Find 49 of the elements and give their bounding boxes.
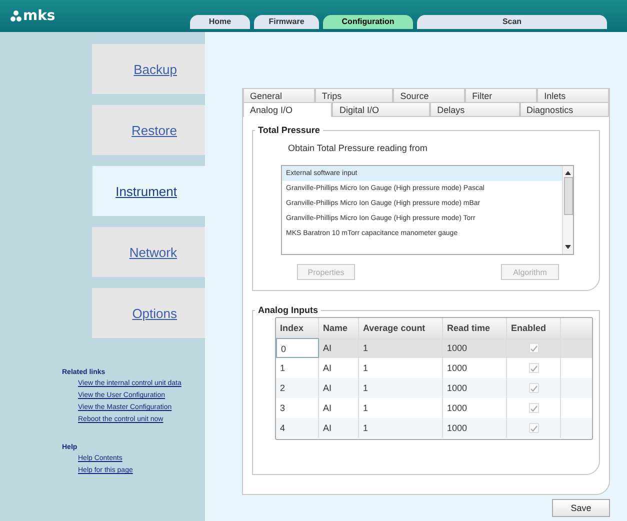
table-cell: 1 (359, 338, 443, 358)
table-row[interactable]: 2 AI 1 1000 (276, 378, 592, 398)
table-cell: AI (319, 378, 359, 398)
checkbox[interactable] (528, 383, 538, 393)
nav-tab[interactable]: Scan (417, 15, 607, 29)
group-title: Total Pressure (257, 125, 321, 135)
up-arrow-icon[interactable] (565, 171, 571, 175)
scroll-thumb[interactable] (564, 177, 572, 215)
sidebar-button[interactable]: Backup (92, 44, 205, 94)
table-cell: 1 (359, 418, 443, 438)
checkbox[interactable] (528, 363, 538, 373)
table-cell: 1000 (443, 338, 507, 358)
logo: mks (23, 8, 56, 24)
sidebar-button[interactable]: Options (92, 288, 205, 338)
table-cell: 1000 (443, 378, 507, 398)
table-cell: 0 (276, 338, 319, 358)
tab[interactable]: Diagnostics (520, 103, 610, 117)
tab[interactable]: Analog I/O (243, 103, 332, 117)
prompt-text: Obtain Total Pressure reading from (288, 143, 428, 153)
checkbox[interactable] (528, 343, 538, 353)
down-arrow-icon[interactable] (565, 245, 571, 249)
tab[interactable]: Filter (465, 89, 538, 103)
nav-tab[interactable]: Firmware (254, 15, 319, 29)
table-cell: 1000 (443, 418, 507, 438)
nav-tab[interactable]: Configuration (323, 15, 413, 29)
scrollbar[interactable] (562, 166, 573, 254)
checkbox[interactable] (528, 403, 538, 413)
tab[interactable]: Source (393, 89, 466, 103)
group-title: Analog Inputs (257, 305, 319, 315)
tab[interactable]: Inlets (537, 89, 609, 103)
table-row[interactable]: 4 AI 1 1000 (276, 418, 592, 438)
table-row[interactable]: 0 AI 1 1000 (276, 338, 592, 358)
tab[interactable]: General (243, 89, 315, 103)
checkbox[interactable] (528, 423, 538, 433)
nav-tab[interactable]: Home (190, 15, 250, 29)
tab[interactable]: Trips (314, 89, 394, 103)
table-cell: 1 (359, 378, 443, 398)
table-cell: 2 (276, 378, 319, 398)
tab[interactable]: Digital I/O (332, 103, 430, 117)
table-cell: AI (319, 338, 359, 358)
dots-icon (10, 10, 22, 22)
source-list[interactable] (281, 165, 574, 255)
tab[interactable]: Delays (430, 103, 520, 117)
sidebar-button[interactable]: Restore (92, 105, 205, 155)
sidebar-button[interactable]: Network (92, 227, 205, 277)
table-cell: 4 (276, 418, 319, 438)
save-button[interactable]: Save (552, 499, 610, 517)
sidebar-button[interactable]: Instrument (92, 166, 205, 216)
table-cell: AI (319, 418, 359, 438)
